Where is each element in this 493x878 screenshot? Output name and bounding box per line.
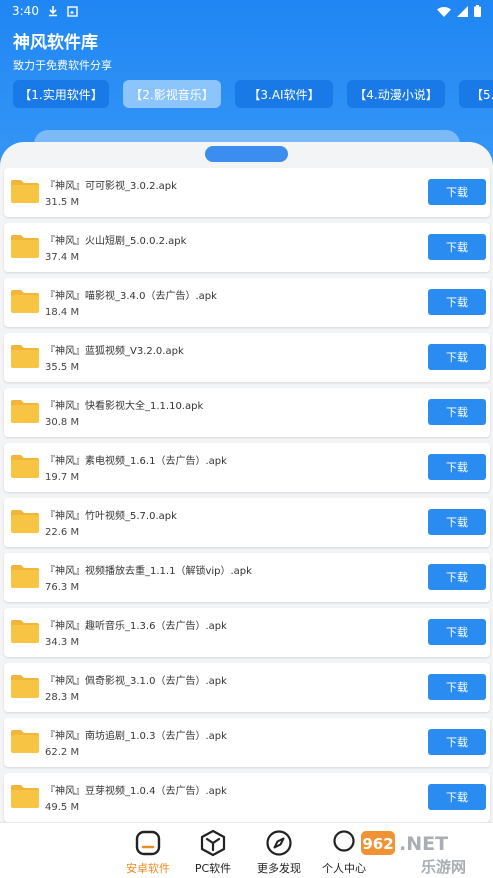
file-size: 76.3 M	[45, 582, 80, 593]
watermark-logo: 962 .NET 乐游网	[357, 828, 493, 876]
folder-icon	[11, 180, 39, 203]
file-name: 『神风』南坊追剧_1.0.3（去广告）.apk	[45, 731, 227, 742]
cube-icon	[200, 829, 226, 857]
battery-icon	[474, 5, 481, 17]
file-size: 22.6 M	[45, 527, 80, 538]
signal-icon	[457, 5, 468, 17]
file-row[interactable]: 『神风』可可影视_3.0.2.apk 31.5 M 下载	[4, 168, 490, 217]
file-size: 49.5 M	[45, 802, 80, 813]
folder-icon	[11, 675, 39, 698]
file-row[interactable]: 『神风』佩奇影视_3.1.0（去广告）.apk 28.3 M 下载	[4, 663, 490, 712]
file-name: 『神风』火山短剧_5.0.0.2.apk	[45, 236, 187, 247]
watermark-suffix: .NET	[399, 833, 448, 855]
file-name: 『神风』视频播放去重_1.1.1（解锁vip）.apk	[45, 566, 252, 577]
folder-icon	[11, 785, 39, 808]
category-tabs: 【1.实用软件】 【2.影视音乐】 【3.AI软件】 【4.动漫小说】 【5.破	[13, 80, 493, 108]
file-name: 『神风』快看影视大全_1.1.10.apk	[45, 401, 204, 412]
file-name: 『神风』蓝狐视频_V3.2.0.apk	[45, 346, 184, 357]
status-bar: 3:40	[0, 0, 493, 22]
download-button[interactable]: 下载	[428, 454, 486, 480]
download-button[interactable]: 下载	[428, 674, 486, 700]
tab-cracked[interactable]: 【5.破	[459, 80, 493, 108]
download-button[interactable]: 下载	[428, 509, 486, 535]
download-button[interactable]: 下载	[428, 564, 486, 590]
file-list: 『神风』可可影视_3.0.2.apk 31.5 M 下载 『神风』火山短剧_5.0.0…	[4, 168, 490, 828]
file-size: 30.8 M	[45, 417, 80, 428]
wifi-icon	[437, 6, 451, 17]
download-button[interactable]: 下载	[428, 179, 486, 205]
folder-icon	[11, 345, 39, 368]
app-subtitle: 致力于免费软件分享	[13, 59, 112, 72]
file-row[interactable]: 『神风』南坊追剧_1.0.3（去广告）.apk 62.2 M 下载	[4, 718, 490, 767]
android-home-icon	[135, 830, 161, 856]
download-button[interactable]: 下载	[428, 344, 486, 370]
file-size: 37.4 M	[45, 252, 80, 263]
file-name: 『神风』竹叶视频_5.7.0.apk	[45, 511, 177, 522]
folder-icon	[11, 730, 39, 753]
watermark-number: 962	[362, 835, 393, 853]
tab-video-music[interactable]: 【2.影视音乐】	[123, 80, 221, 108]
file-name: 『神风』佩奇影视_3.1.0（去广告）.apk	[45, 676, 227, 687]
file-name: 『神风』可可影视_3.0.2.apk	[45, 181, 177, 192]
status-time: 3:40	[12, 4, 39, 18]
folder-icon	[11, 510, 39, 533]
compass-icon	[266, 830, 292, 856]
nav-discover[interactable]: 更多发现	[248, 829, 310, 877]
download-button[interactable]: 下载	[428, 619, 486, 645]
nav-pc[interactable]: PC软件	[182, 829, 244, 877]
file-row[interactable]: 『神风』豆芽视频_1.0.4（去广告）.apk 49.5 M 下载	[4, 773, 490, 822]
folder-icon	[11, 455, 39, 478]
tab-anime-novel[interactable]: 【4.动漫小说】	[347, 80, 445, 108]
download-button[interactable]: 下载	[428, 784, 486, 810]
download-icon	[48, 6, 57, 17]
folder-icon	[11, 400, 39, 423]
file-name: 『神风』豆芽视频_1.0.4（去广告）.apk	[45, 786, 227, 797]
file-size: 34.3 M	[45, 637, 80, 648]
download-button[interactable]: 下载	[428, 399, 486, 425]
app-title: 神风软件库	[13, 33, 98, 53]
download-button[interactable]: 下载	[428, 289, 486, 315]
folder-icon	[11, 235, 39, 258]
nav-android[interactable]: 安卓软件	[117, 829, 179, 877]
file-row[interactable]: 『神风』快看影视大全_1.1.10.apk 30.8 M 下载	[4, 388, 490, 437]
file-name: 『神风』喵影视_3.4.0（去广告）.apk	[45, 291, 217, 302]
file-row[interactable]: 『神风』蓝狐视频_V3.2.0.apk 35.5 M 下载	[4, 333, 490, 382]
nav-pc-label: PC软件	[194, 862, 232, 875]
tab-utility[interactable]: 【1.实用软件】	[13, 80, 109, 108]
file-size: 62.2 M	[45, 747, 80, 758]
file-size: 31.5 M	[45, 197, 80, 208]
watermark-icon: 962 .NET 乐游网	[361, 831, 466, 876]
watermark-cn: 乐游网	[421, 858, 466, 876]
file-size: 35.5 M	[45, 362, 80, 373]
user-icon	[333, 830, 355, 852]
folder-icon	[11, 565, 39, 588]
file-size: 19.7 M	[45, 472, 80, 483]
nav-android-label: 安卓软件	[126, 862, 170, 875]
file-row[interactable]: 『神风』竹叶视频_5.7.0.apk 22.6 M 下载	[4, 498, 490, 547]
download-button[interactable]: 下载	[428, 729, 486, 755]
folder-icon	[11, 620, 39, 643]
notification-icon	[67, 5, 78, 17]
sheet-handle[interactable]	[205, 146, 288, 162]
file-name: 『神风』趣听音乐_1.3.6（去广告）.apk	[45, 621, 227, 632]
file-row[interactable]: 『神风』火山短剧_5.0.0.2.apk 37.4 M 下载	[4, 223, 490, 272]
file-sheet: 『神风』可可影视_3.0.2.apk 31.5 M 下载 『神风』火山短剧_5.0.0…	[0, 142, 493, 832]
file-row[interactable]: 『神风』喵影视_3.4.0（去广告）.apk 18.4 M 下载	[4, 278, 490, 327]
file-name: 『神风』素电视频_1.6.1（去广告）.apk	[45, 456, 227, 467]
file-size: 28.3 M	[45, 692, 80, 703]
file-row[interactable]: 『神风』素电视频_1.6.1（去广告）.apk 19.7 M 下载	[4, 443, 490, 492]
file-row[interactable]: 『神风』视频播放去重_1.1.1（解锁vip）.apk 76.3 M 下载	[4, 553, 490, 602]
file-size: 18.4 M	[45, 307, 80, 318]
nav-discover-label: 更多发现	[257, 862, 301, 875]
folder-icon	[11, 290, 39, 313]
tab-ai[interactable]: 【3.AI软件】	[235, 80, 333, 108]
file-row[interactable]: 『神风』趣听音乐_1.3.6（去广告）.apk 34.3 M 下载	[4, 608, 490, 657]
download-button[interactable]: 下载	[428, 234, 486, 260]
